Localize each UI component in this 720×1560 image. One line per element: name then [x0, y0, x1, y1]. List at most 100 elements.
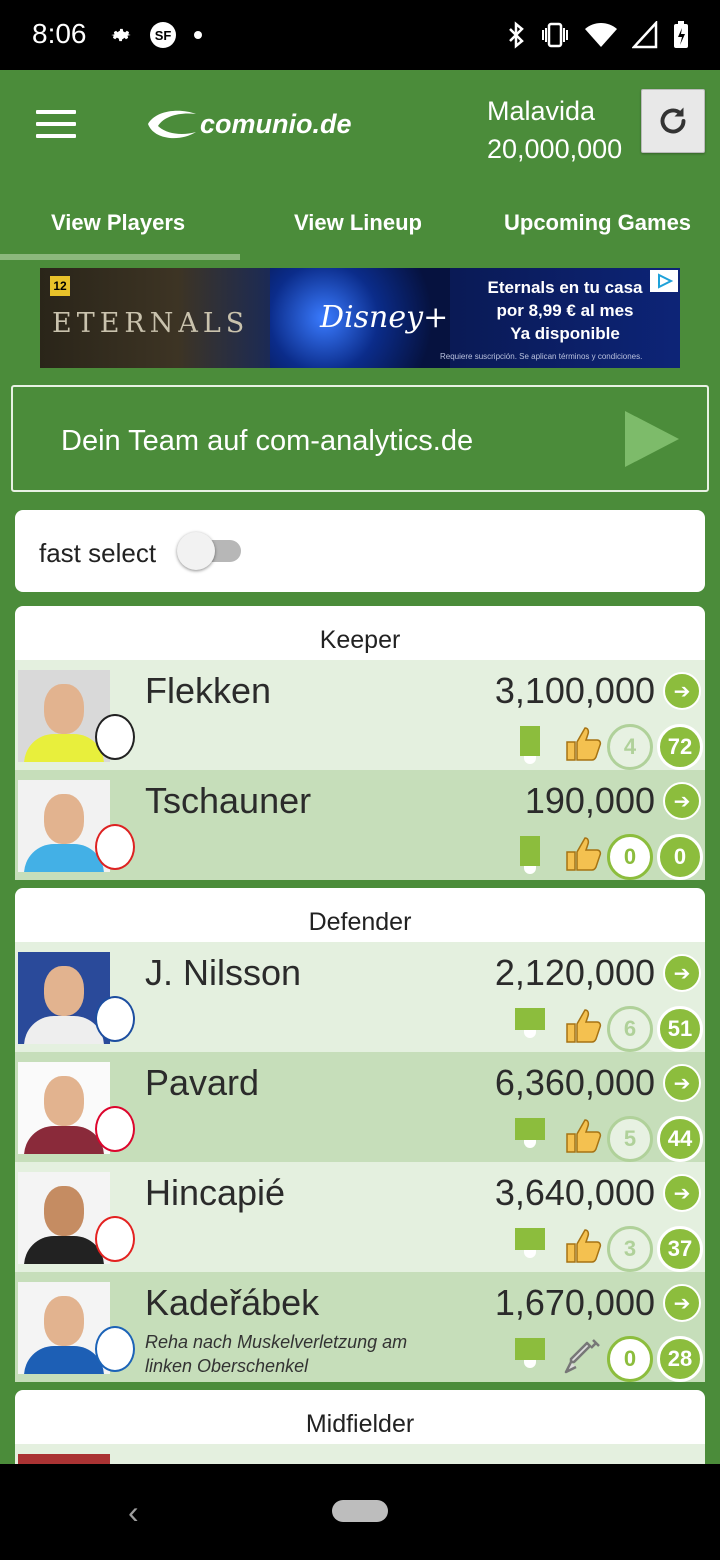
player-score: 3: [607, 1226, 653, 1272]
vibrate-icon: [542, 22, 568, 48]
ad-title: ETERNALS: [52, 308, 250, 339]
analytics-link-button[interactable]: Dein Team auf com-analytics.de: [11, 385, 709, 492]
player-photo: [18, 952, 110, 1044]
top-app-bar: comunio.de Malavida 20,000,000: [0, 70, 720, 180]
club-crest-icon: [95, 1326, 135, 1372]
tab-bar: View Players View Lineup Upcoming Games: [0, 180, 720, 264]
player-name: J. Nilsson: [145, 952, 302, 993]
thumbs-up-icon: [563, 1226, 603, 1266]
transfer-arrow-icon[interactable]: ➔: [663, 1174, 701, 1212]
player-points: 37: [657, 1226, 703, 1272]
comunio-logo: comunio.de: [146, 106, 352, 142]
player-name: Pavard: [145, 1062, 260, 1103]
player-photo: [18, 1282, 110, 1374]
bluetooth-icon: [509, 21, 524, 49]
player-row[interactable]: Pavard 6,360,000 ➔ 5 44: [15, 1052, 705, 1162]
user-info: Malavida 20,000,000: [487, 92, 622, 168]
player-price: 6,360,000: [494, 1062, 655, 1103]
player-name: Flekken: [145, 670, 272, 711]
thumbs-up-icon: [563, 1116, 603, 1156]
status-marker-icon: [515, 1228, 545, 1258]
player-photo: [18, 1062, 110, 1154]
player-name: Kadeřábek: [145, 1282, 320, 1323]
club-crest-icon: [95, 824, 135, 870]
app-screen: comunio.de Malavida 20,000,000 View Play…: [0, 70, 720, 1464]
dot-icon: [194, 31, 202, 39]
thumbs-up-icon: [563, 1006, 603, 1046]
club-crest-icon: [95, 1106, 135, 1152]
player-photo: [18, 1172, 110, 1264]
refresh-icon: [660, 107, 686, 134]
status-marker-icon: [515, 1008, 545, 1038]
fast-select-label: fast select: [39, 538, 157, 568]
signal-icon: [632, 21, 658, 49]
status-marker-icon: [515, 1338, 545, 1368]
age-rating-badge: 12: [50, 276, 70, 296]
section-defender: Defender J. Nilsson 2,120,000 ➔ 6 51 Pav…: [15, 888, 705, 1382]
player-injury-note: Reha nach Muskelverletzung am linken Obe…: [145, 1332, 408, 1376]
transfer-arrow-icon[interactable]: ➔: [663, 672, 701, 710]
player-row[interactable]: Tschauner 190,000 ➔ 0 0: [15, 770, 705, 880]
tab-view-lineup[interactable]: View Lineup: [294, 210, 422, 236]
player-row-partial[interactable]: [15, 1444, 705, 1464]
ad-promo-line2: por 8,99 € al mes: [496, 301, 634, 320]
fast-select-toggle-knob[interactable]: [177, 532, 215, 570]
transfer-arrow-icon[interactable]: ➔: [663, 1284, 701, 1322]
logo-swoosh-icon: [148, 110, 196, 139]
battery-icon: [674, 21, 688, 48]
status-marker-icon: [515, 836, 545, 874]
analytics-label: Dein Team auf com-analytics.de: [61, 425, 474, 457]
status-marker-icon: [515, 726, 545, 764]
player-row[interactable]: Flekken 3,100,000 ➔ 4 72: [15, 660, 705, 770]
player-row[interactable]: J. Nilsson 2,120,000 ➔ 6 51: [15, 942, 705, 1052]
fast-select-card: fast select: [15, 510, 705, 592]
player-price: 3,100,000: [494, 670, 655, 711]
thumbs-up-icon: [563, 834, 603, 874]
transfer-arrow-icon[interactable]: ➔: [663, 782, 701, 820]
player-score: 5: [607, 1116, 653, 1162]
player-name: Tschauner: [145, 780, 312, 821]
user-name: Malavida: [487, 96, 596, 126]
tab-upcoming-games[interactable]: Upcoming Games: [504, 210, 691, 236]
tab-view-players[interactable]: View Players: [51, 210, 185, 236]
play-icon: [625, 411, 679, 467]
transfer-arrow-icon[interactable]: ➔: [663, 954, 701, 992]
system-nav-bar: ‹: [0, 1464, 720, 1560]
player-row[interactable]: Hincapié 3,640,000 ➔ 3 37: [15, 1162, 705, 1272]
player-photo: [18, 1454, 110, 1464]
player-photo: [18, 780, 110, 872]
home-pill[interactable]: [332, 1500, 388, 1522]
wifi-icon: [585, 23, 617, 47]
player-points: 72: [657, 724, 703, 770]
status-marker-icon: [515, 1118, 545, 1148]
tab-indicator: [0, 254, 240, 260]
status-time: 8:06: [32, 18, 87, 49]
status-bar: 8:06 SF: [0, 0, 720, 70]
player-price: 2,120,000: [494, 952, 655, 993]
ad-promo-line1: Eternals en tu casa: [487, 278, 643, 297]
player-name: Hincapié: [145, 1172, 286, 1213]
section-title: Defender: [308, 908, 412, 936]
club-crest-icon: [95, 714, 135, 760]
back-icon[interactable]: ‹: [128, 1494, 139, 1531]
menu-icon[interactable]: [36, 110, 76, 140]
player-points: 28: [657, 1336, 703, 1382]
player-price: 1,670,000: [494, 1282, 655, 1323]
player-points: 0: [657, 834, 703, 880]
ad-promo-line3: Ya disponible: [510, 324, 620, 343]
refresh-button[interactable]: [641, 89, 705, 153]
adchoices-icon[interactable]: [650, 270, 678, 292]
player-row[interactable]: Kadeřábek Reha nach Muskelverletzung am …: [15, 1272, 705, 1382]
sf-icon: SF: [150, 22, 176, 48]
logo-text: comunio.de: [200, 108, 352, 139]
transfer-arrow-icon[interactable]: ➔: [663, 1064, 701, 1102]
ad-fine-print: Requiere suscripción. Se aplican término…: [440, 352, 643, 361]
player-score: 4: [607, 724, 653, 770]
player-points: 44: [657, 1116, 703, 1162]
section-title: Keeper: [319, 626, 401, 654]
ad-promo: Eternals en tu casa por 8,99 € al mes Ya…: [460, 276, 670, 345]
player-score: 0: [607, 834, 653, 880]
club-crest-icon: [95, 996, 135, 1042]
section-keeper: Keeper Flekken 3,100,000 ➔ 4 72 Tschaune…: [15, 606, 705, 880]
ad-banner[interactable]: 12 ETERNALS Disney+ Eternals en tu casa …: [40, 268, 680, 368]
